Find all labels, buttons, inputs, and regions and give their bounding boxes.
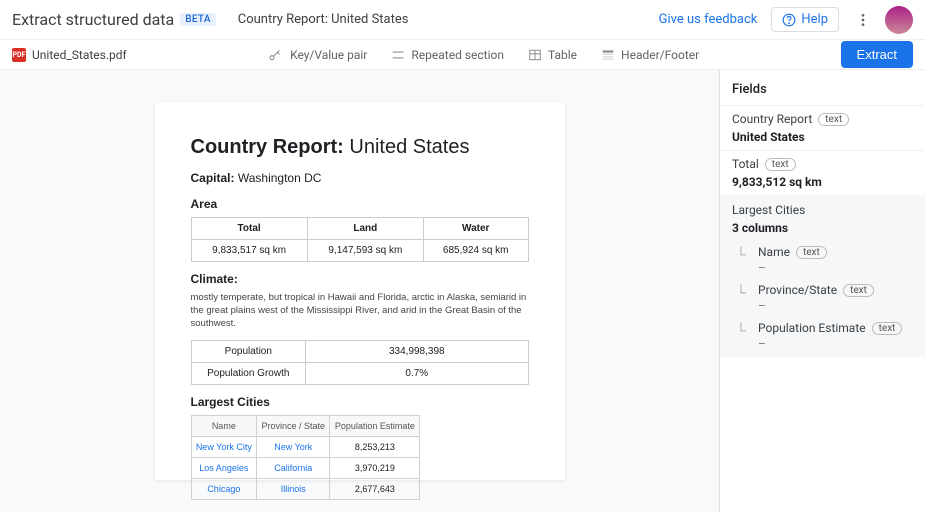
nested-field-province[interactable]: └ Province/Statetext – bbox=[720, 279, 925, 317]
table-icon bbox=[528, 48, 542, 62]
fields-panel: Fields Country Reporttext United States … bbox=[719, 70, 925, 512]
population-table: Population334,998,398 Population Growth0… bbox=[191, 340, 529, 385]
help-button[interactable]: Help bbox=[771, 7, 839, 32]
type-chip: text bbox=[765, 158, 796, 171]
repeated-icon bbox=[391, 48, 405, 62]
nested-field-population-estimate[interactable]: └ Population Estimatetext – bbox=[720, 317, 925, 355]
key-value-icon bbox=[268, 48, 284, 62]
type-chip: text bbox=[818, 113, 849, 126]
doc-heading: Country Report: United States bbox=[191, 136, 529, 159]
corner-icon: └ bbox=[736, 284, 750, 301]
toolbar: PDF United_States.pdf Key/Value pair Rep… bbox=[0, 40, 925, 70]
file-name: United_States.pdf bbox=[32, 48, 127, 62]
help-label: Help bbox=[801, 12, 828, 27]
document-page: Country Report: United States Capital: W… bbox=[155, 102, 565, 480]
table-row: ChicagoIllinois2,677,643 bbox=[191, 479, 420, 500]
corner-icon: └ bbox=[736, 322, 750, 339]
area-table: TotalLandWater 9,833,517 sq km9,147,593 … bbox=[191, 217, 529, 262]
tool-header-footer[interactable]: Header/Footer bbox=[601, 48, 699, 62]
header-footer-icon bbox=[601, 48, 615, 62]
extract-button[interactable]: Extract bbox=[841, 41, 913, 68]
tool-table[interactable]: Table bbox=[528, 48, 577, 62]
beta-badge: BETA bbox=[180, 13, 216, 26]
more-menu-button[interactable] bbox=[849, 6, 877, 34]
more-vert-icon bbox=[855, 12, 871, 28]
tool-key-value[interactable]: Key/Value pair bbox=[268, 48, 367, 62]
field-total[interactable]: Totaltext 9,833,512 sq km bbox=[720, 150, 925, 195]
corner-icon: └ bbox=[736, 246, 750, 263]
panel-title: Fields bbox=[720, 70, 925, 105]
feedback-link[interactable]: Give us feedback bbox=[659, 12, 758, 27]
doc-capital: Capital: Washington DC bbox=[191, 171, 529, 185]
app-title: Extract structured data bbox=[12, 10, 174, 29]
doc-climate-label: Climate: bbox=[191, 272, 529, 286]
table-row: Los AngelesCalifornia3,970,219 bbox=[191, 458, 420, 479]
nested-field-name[interactable]: └ Nametext – bbox=[720, 241, 925, 279]
table-row: New York CityNew York8,253,213 bbox=[191, 437, 420, 458]
cities-table: NameProvince / StatePopulation Estimate … bbox=[191, 415, 421, 500]
doc-area-label: Area bbox=[191, 197, 529, 211]
tool-repeated-section[interactable]: Repeated section bbox=[391, 48, 504, 62]
doc-title-header: Country Report: United States bbox=[238, 12, 409, 27]
doc-cities-label: Largest Cities bbox=[191, 395, 529, 409]
field-largest-cities[interactable]: Largest Cities 3 columns └ Nametext – └ … bbox=[720, 195, 925, 357]
help-icon bbox=[782, 13, 796, 27]
user-avatar[interactable] bbox=[885, 6, 913, 34]
file-chip[interactable]: PDF United_States.pdf bbox=[12, 48, 127, 62]
doc-climate-text: mostly temperate, but tropical in Hawaii… bbox=[191, 292, 529, 330]
app-header: Extract structured data BETA Country Rep… bbox=[0, 0, 925, 40]
field-country-report[interactable]: Country Reporttext United States bbox=[720, 105, 925, 150]
pdf-icon: PDF bbox=[12, 48, 26, 62]
document-viewport[interactable]: Country Report: United States Capital: W… bbox=[0, 70, 719, 512]
